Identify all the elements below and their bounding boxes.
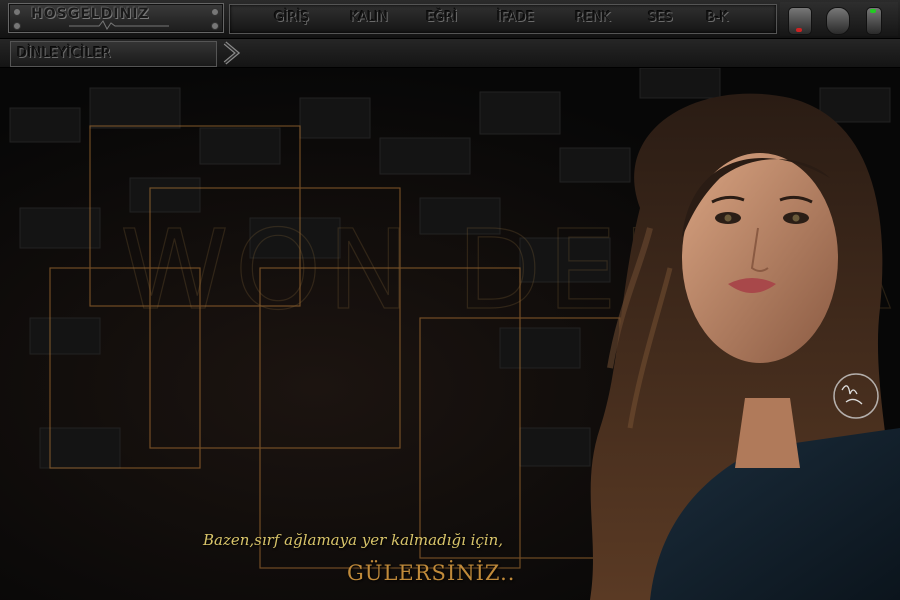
background-artwork: WON DER LAND [0, 68, 900, 600]
listeners-button[interactable]: DİNLEYİCİLER [10, 41, 217, 67]
red-led-icon [796, 28, 802, 32]
nav-item-ifade[interactable]: İFADE [497, 10, 534, 25]
nav-item-giris[interactable]: GİRİŞ [274, 10, 309, 25]
control-panel [780, 2, 898, 36]
screw-icon [13, 22, 21, 30]
nav-item-ses[interactable]: SES [648, 10, 673, 25]
listeners-label: DİNLEYİCİLER [17, 46, 112, 61]
green-led-icon [870, 9, 876, 13]
screw-icon [211, 22, 219, 30]
nav-item-kalin[interactable]: KALIN [350, 10, 388, 25]
top-bar: HOSGELDINIZ GİRİŞ KALIN EĞRİ İFADE RENK … [0, 0, 900, 39]
portrait-figure [590, 93, 900, 600]
logo-panel: HOSGELDINIZ [8, 3, 224, 33]
nav-item-bk[interactable]: B-K [706, 10, 728, 25]
chevron-right-icon[interactable] [219, 40, 245, 66]
heartbeat-icon [69, 20, 169, 30]
screw-icon [211, 8, 219, 16]
volume-knob-icon[interactable] [826, 7, 850, 35]
quote-line-2: GÜLERSİNİZ.. [347, 561, 516, 585]
listeners-bar: DİNLEYİCİLER [0, 39, 900, 68]
banner-scene: WON DER LAND [0, 68, 900, 600]
screw-icon [13, 8, 21, 16]
main-nav: GİRİŞ KALIN EĞRİ İFADE RENK SES B-K [229, 4, 777, 34]
nav-item-egri[interactable]: EĞRİ [426, 10, 457, 25]
nav-item-renk[interactable]: RENK [575, 10, 611, 25]
quote-line-1: Bazen,sırf ağlamaya yer kalmadığı için, [203, 531, 504, 549]
